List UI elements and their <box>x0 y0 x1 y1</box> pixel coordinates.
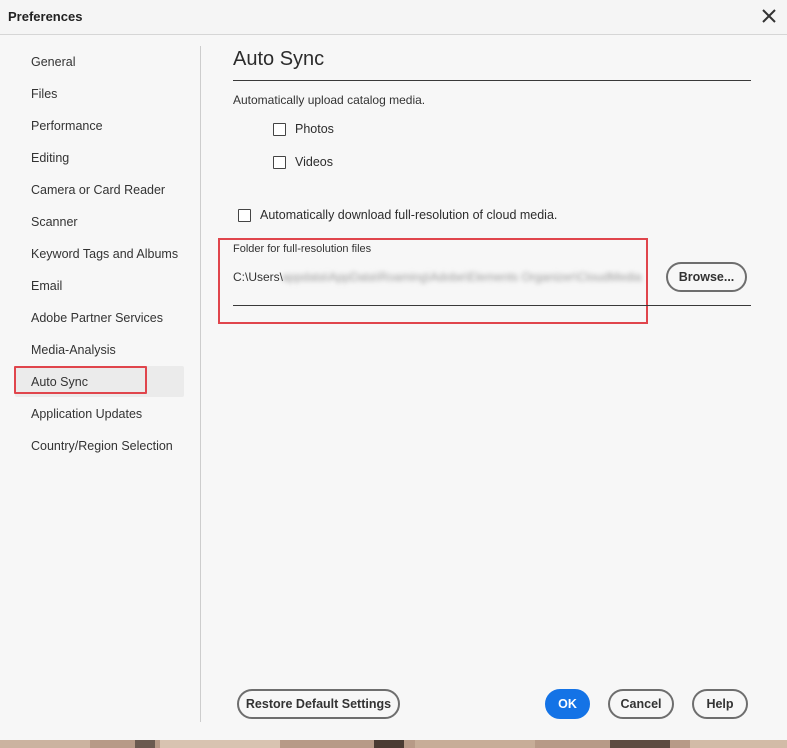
photos-label: Photos <box>295 122 334 136</box>
background-photo-segment <box>690 740 787 748</box>
videos-checkbox[interactable] <box>273 156 286 169</box>
sidebar-item-label: Performance <box>31 119 103 133</box>
sidebar-item-camera-or-card-reader[interactable]: Camera or Card Reader <box>15 174 184 205</box>
background-photo-segment <box>0 740 90 748</box>
sidebar-item-email[interactable]: Email <box>15 270 184 301</box>
sidebar-item-label: Application Updates <box>31 407 143 421</box>
sidebar-item-general[interactable]: General <box>15 46 184 77</box>
sidebar-item-label: Editing <box>31 151 70 165</box>
upload-description: Automatically upload catalog media. <box>233 93 426 107</box>
selection-highlight-outline <box>14 366 147 394</box>
download-full-resolution-checkbox[interactable] <box>238 209 251 222</box>
sidebar-item-media-analysis[interactable]: Media-Analysis <box>15 334 184 365</box>
sidebar-item-files[interactable]: Files <box>15 78 184 109</box>
folder-path-obscured: appdata\AppData\Roaming\Adobe\Elements O… <box>282 270 642 284</box>
download-full-resolution-label: Automatically download full-resolution o… <box>260 208 558 222</box>
sidebar-item-country-region-selection[interactable]: Country/Region Selection <box>15 430 184 461</box>
sidebar-item-label: Scanner <box>31 215 78 229</box>
folder-divider <box>233 305 751 306</box>
heading-divider <box>233 80 751 81</box>
panel-divider <box>200 46 201 722</box>
background-photo-segment <box>160 740 280 748</box>
sidebar-item-label: Country/Region Selection <box>31 439 173 453</box>
sidebar-item-label: General <box>31 55 76 69</box>
restore-default-settings-button[interactable]: Restore Default Settings <box>237 689 400 719</box>
sidebar-item-performance[interactable]: Performance <box>15 110 184 141</box>
ok-button[interactable]: OK <box>545 689 590 719</box>
folder-path-prefix: C:\Users\ <box>233 270 284 284</box>
sidebar-item-editing[interactable]: Editing <box>15 142 184 173</box>
sidebar-item-application-updates[interactable]: Application Updates <box>15 398 184 429</box>
sidebar-item-scanner[interactable]: Scanner <box>15 206 184 237</box>
folder-label: Folder for full-resolution files <box>233 243 372 255</box>
sidebar-item-label: Email <box>31 279 63 293</box>
browse-button[interactable]: Browse... <box>666 262 747 292</box>
close-icon[interactable] <box>759 6 779 26</box>
background-photo-segment <box>415 740 535 748</box>
sidebar-item-label: Keyword Tags and Albums <box>31 247 179 261</box>
sidebar-item-label: Adobe Partner Services <box>31 311 164 325</box>
sidebar-item-adobe-partner-services[interactable]: Adobe Partner Services <box>15 302 184 333</box>
page-title: Auto Sync <box>233 48 325 70</box>
sidebar-item-label: Camera or Card Reader <box>31 183 166 197</box>
title-bar: Preferences <box>0 0 787 35</box>
photos-checkbox[interactable] <box>273 123 286 136</box>
background-photo-segment <box>610 740 670 748</box>
sidebar-item-keyword-tags-and-albums[interactable]: Keyword Tags and Albums <box>15 238 184 269</box>
sidebar-item-label: Media-Analysis <box>31 343 116 357</box>
background-photo-segment <box>135 740 155 748</box>
help-button[interactable]: Help <box>692 689 748 719</box>
background-photo-segment <box>374 740 404 748</box>
window-title: Preferences <box>8 9 83 24</box>
videos-label: Videos <box>295 155 333 169</box>
cancel-button[interactable]: Cancel <box>608 689 674 719</box>
sidebar-item-label: Files <box>31 87 58 101</box>
